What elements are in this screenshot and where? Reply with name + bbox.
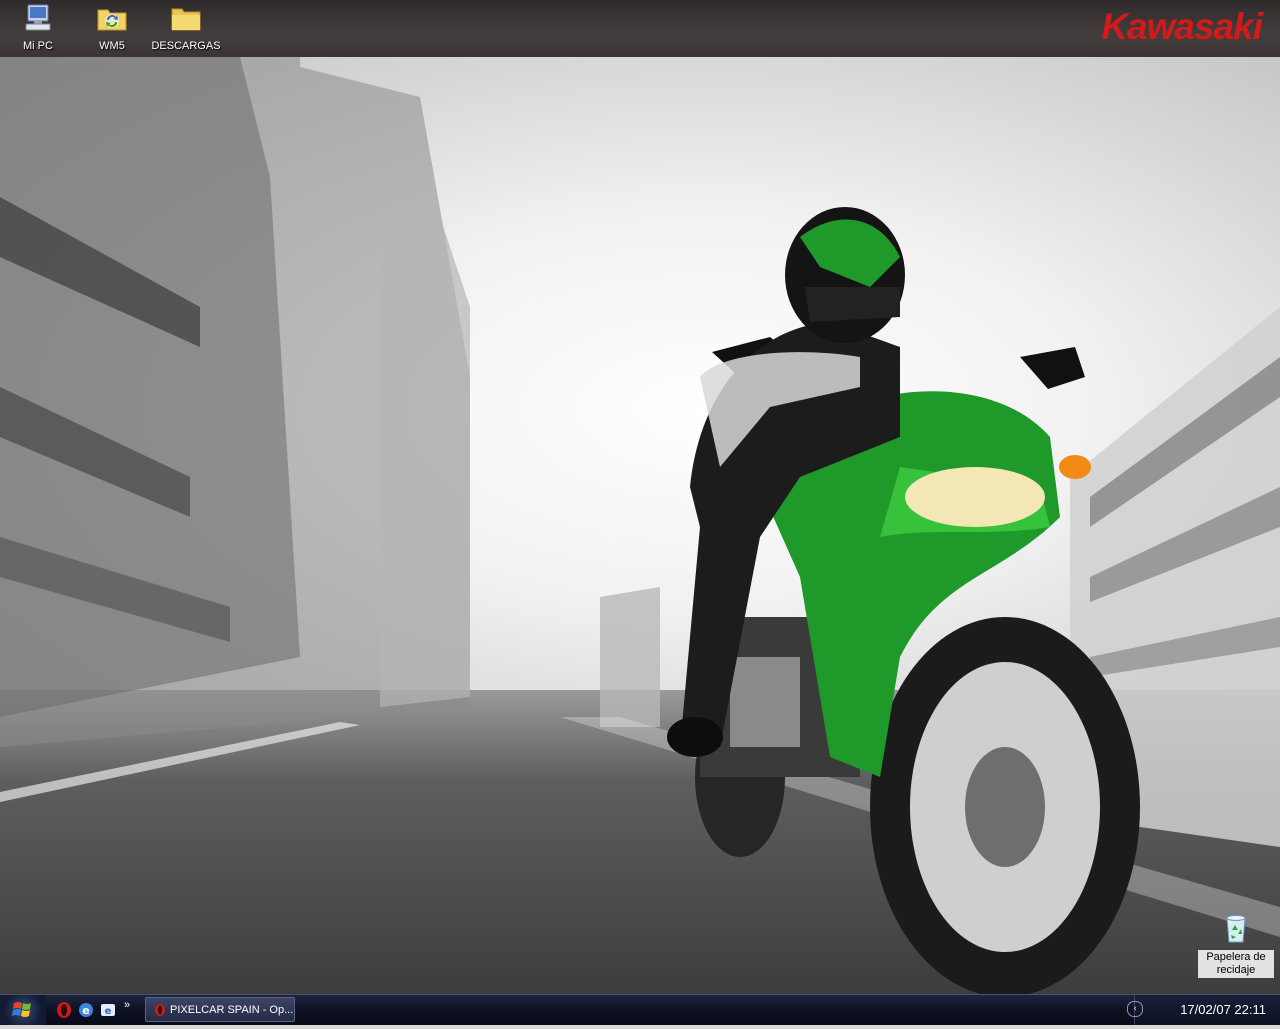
quick-launch-overflow[interactable]: » [124,999,130,1011]
desktop-wallpaper: Kawasaki [0,0,1280,994]
opera-icon [155,1003,165,1016]
clock[interactable]: 17/02/07 22:11 [1180,1002,1266,1017]
motorcycle-scene [0,57,1280,994]
desktop-icon-label: Papelera de recidaje [1198,950,1274,978]
desktop-icon-label: DESCARGAS [151,40,221,52]
ie-browser-icon[interactable]: e [77,1001,95,1019]
svg-text:e: e [82,1004,89,1017]
sync-folder-icon [97,9,127,31]
folder-icon [171,8,201,31]
desktop-icon-recycle-bin[interactable]: Papelera de recidaje [1198,912,1274,978]
desktop-icon-my-computer[interactable]: Mi PC [0,2,76,52]
my-computer-icon [25,4,51,31]
desktop-icon-wm5[interactable]: WM5 [74,2,150,52]
start-button[interactable] [0,995,46,1025]
recycle-bin-icon [1226,915,1246,943]
system-tray: ‹ 17/02/07 22:11 [1127,995,1280,1025]
taskbar-item-label: PIXELCAR SPAIN - Op... [170,1003,294,1016]
show-hidden-icons-button[interactable]: ‹ [1127,1001,1143,1017]
kawasaki-logo: Kawasaki [1101,6,1263,47]
taskbar: e e » PIXELCAR SPAIN - Op... ‹ 17/02/07 … [0,994,1280,1025]
windows-logo-icon [12,1002,31,1017]
svg-text:e: e [105,1006,112,1017]
taskbar-item-opera-window[interactable]: PIXELCAR SPAIN - Op... [145,997,295,1022]
desktop-icon-label: WM5 [99,40,125,52]
opera-icon[interactable] [55,1001,73,1019]
desktop-icon-descargas[interactable]: DESCARGAS [148,2,224,52]
desktop-icon-label: Mi PC [23,40,53,52]
outlook-icon[interactable]: e [99,1001,117,1019]
